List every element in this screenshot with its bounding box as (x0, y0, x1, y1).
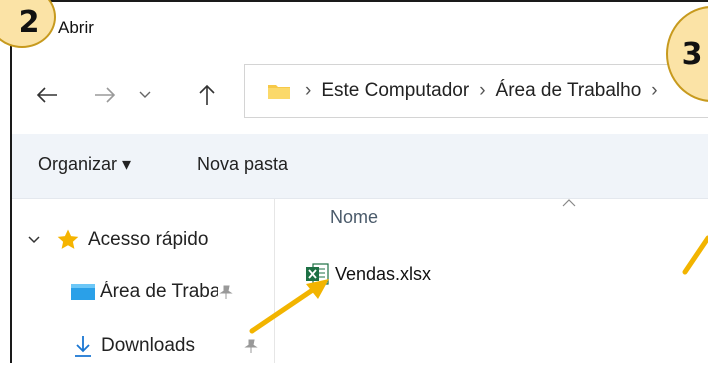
navigation-bar: › Este Computador › Área de Trabalho › (12, 54, 708, 132)
excel-file-icon (306, 263, 329, 285)
breadcrumb-desktop[interactable]: Área de Trabalho (496, 80, 642, 102)
recent-locations-button[interactable] (133, 78, 157, 112)
back-button[interactable] (30, 78, 64, 112)
pin-icon (219, 285, 233, 299)
breadcrumb-separator: › (479, 80, 486, 101)
step-badge-2-label: 2 (18, 4, 40, 40)
arrow-right-icon (95, 87, 116, 103)
chevron-down-icon (139, 91, 151, 98)
file-name: Vendas.xlsx (335, 263, 432, 284)
window-title: Abrir (58, 18, 94, 37)
forward-button[interactable] (88, 78, 122, 112)
sidebar-item-label: Área de Trabalho (100, 281, 218, 302)
chevron-down-icon (28, 236, 40, 244)
open-file-dialog: Abrir › Este Computador › Área de Trabal… (10, 0, 708, 363)
star-icon (57, 229, 79, 249)
sidebar-item-quick-access[interactable]: Acesso rápido (12, 220, 274, 260)
step-badge-3-circle: 3 (666, 6, 708, 102)
sidebar-item-downloads[interactable]: Downloads (12, 326, 274, 366)
pin-icon (244, 339, 258, 353)
up-button[interactable] (190, 78, 224, 112)
organize-menu-button[interactable]: Organizar ▾ (38, 154, 131, 175)
step-badge-3-label: 3 (681, 36, 703, 72)
folder-icon (268, 85, 290, 99)
breadcrumb-this-pc[interactable]: Este Computador (321, 80, 469, 102)
navigation-pane: Acesso rápido Área de Trabalho Downloads (12, 199, 275, 363)
list-item[interactable]: Vendas.xlsx (305, 259, 431, 289)
address-bar[interactable]: › Este Computador › Área de Trabalho › (244, 64, 708, 118)
download-icon (75, 336, 91, 357)
sidebar-item-label: Acesso rápido (88, 229, 209, 250)
sidebar-item-desktop[interactable]: Área de Trabalho (12, 272, 274, 312)
command-bar: Organizar ▾ Nova pasta (12, 134, 708, 199)
step-badge-3: 3 (664, 6, 708, 102)
breadcrumb-separator: › (651, 80, 658, 101)
breadcrumb-separator: › (305, 80, 312, 101)
arrow-left-icon (36, 87, 57, 103)
sort-ascending-icon (562, 199, 576, 207)
sidebar-item-label: Downloads (101, 335, 195, 356)
new-folder-button[interactable]: Nova pasta (197, 154, 288, 175)
column-header-name[interactable]: Nome (330, 207, 378, 228)
desktop-folder-icon (71, 284, 95, 300)
arrow-up-icon (199, 84, 215, 105)
file-list: Nome Vendas.xlsx (275, 199, 708, 363)
title-bar: Abrir (12, 2, 708, 52)
